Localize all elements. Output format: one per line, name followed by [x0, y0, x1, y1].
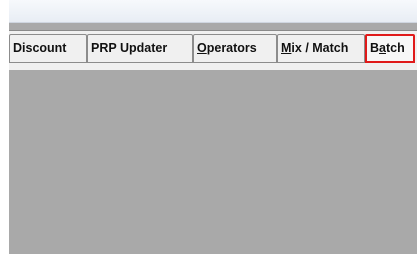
- tab-label: tch: [385, 41, 405, 55]
- tab-operators[interactable]: Operators: [193, 34, 277, 63]
- window-top-bar: [9, 0, 417, 23]
- tab-label: Discount: [13, 41, 67, 55]
- tab-batch[interactable]: Batch: [365, 34, 415, 63]
- tab-label: PRP Updater: [91, 41, 168, 55]
- tab-discount[interactable]: Discount: [9, 34, 87, 63]
- tab-label: B: [370, 41, 380, 55]
- tab-prp-updater[interactable]: PRP Updater: [87, 34, 193, 63]
- tab-label-mnemonic: O: [197, 41, 207, 55]
- tab-mix-match[interactable]: Mix / Match: [277, 34, 365, 63]
- tab-label: perators: [206, 41, 257, 55]
- tab-label: ix / Match: [291, 41, 349, 55]
- tab-content-area: [9, 70, 417, 254]
- tab-label-mnemonic: a: [379, 41, 386, 55]
- application-window: Discount PRP Updater Operators Mix / Mat…: [9, 0, 417, 254]
- tab-label-mnemonic: M: [281, 41, 292, 55]
